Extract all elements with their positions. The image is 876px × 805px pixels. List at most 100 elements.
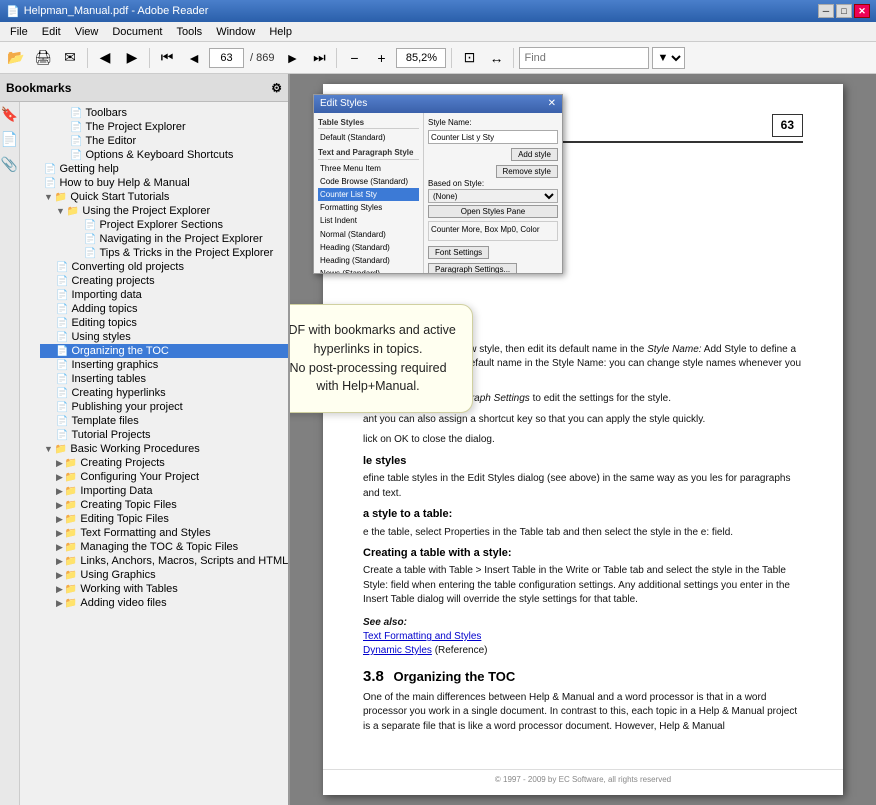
- page-number-input[interactable]: 63: [209, 48, 244, 68]
- bookmark-project-explorer[interactable]: 📄 The Project Explorer: [40, 120, 288, 134]
- bookmark-publishing[interactable]: 📄 Publishing your project: [40, 400, 288, 414]
- expand-links-anchors[interactable]: ▶: [56, 556, 63, 567]
- dialog-default-style[interactable]: Default (Standard): [318, 131, 419, 144]
- bookmark-navigating-pe[interactable]: 📄 Navigating in the Project Explorer: [40, 232, 288, 246]
- bookmark-inserting-graphics[interactable]: 📄 Inserting graphics: [40, 358, 288, 372]
- first-page-button[interactable]: ⏮: [155, 46, 179, 70]
- bookmark-inserting-tables[interactable]: 📄 Inserting tables: [40, 372, 288, 386]
- maximize-button[interactable]: □: [836, 4, 852, 18]
- bookmark-import-data[interactable]: 📄 Importing data: [40, 288, 288, 302]
- dialog-normal[interactable]: Normal (Standard): [318, 228, 419, 241]
- expand-editing-topic-files[interactable]: ▶: [56, 514, 63, 525]
- bookmark-toolbars[interactable]: 📄 Toolbars: [40, 106, 288, 120]
- expand-working-tables[interactable]: ▶: [56, 584, 63, 595]
- bookmark-using-pe[interactable]: ▼ 📁 Using the Project Explorer: [40, 204, 288, 218]
- dialog-heading2[interactable]: Heading (Standard): [318, 254, 419, 267]
- menu-tools[interactable]: Tools: [171, 24, 209, 40]
- bookmark-edit-topics[interactable]: 📄 Editing topics: [40, 316, 288, 330]
- link-dynamic-styles[interactable]: Dynamic Styles: [363, 645, 432, 656]
- dialog-formatting[interactable]: Formatting Styles: [318, 201, 419, 214]
- dialog-heading1[interactable]: Heading (Standard): [318, 241, 419, 254]
- bookmark-getting-help[interactable]: 📄 Getting help: [40, 162, 288, 176]
- bookmark-creating-topic-files[interactable]: ▶ 📁 Creating Topic Files: [40, 498, 288, 512]
- expand-text-formatting[interactable]: ▶: [56, 528, 63, 539]
- fit-page-button[interactable]: ⊡: [457, 46, 481, 70]
- next-page-button[interactable]: ►: [280, 46, 304, 70]
- bookmark-links-anchors[interactable]: ▶ 📁 Links, Anchors, Macros, Scripts and …: [40, 554, 288, 568]
- bookmark-tips-pe[interactable]: 📄 Tips & Tricks in the Project Explorer: [40, 246, 288, 260]
- bookmark-basic-working[interactable]: ▼ 📁 Basic Working Procedures: [40, 442, 288, 456]
- menu-file[interactable]: File: [4, 24, 34, 40]
- bookmark-add-topics[interactable]: 📄 Adding topics: [40, 302, 288, 316]
- dialog-close-icon[interactable]: ✕: [548, 97, 556, 111]
- bookmark-using-graphics[interactable]: ▶ 📁 Using Graphics: [40, 568, 288, 582]
- expand-managing-toc[interactable]: ▶: [56, 542, 63, 553]
- expand-using-pe[interactable]: ▼: [56, 206, 65, 216]
- menu-window[interactable]: Window: [210, 24, 261, 40]
- expand-adding-video[interactable]: ▶: [56, 598, 63, 609]
- title-bar-controls[interactable]: ─ □ ✕: [818, 4, 870, 18]
- font-settings-btn[interactable]: Font Settings: [428, 246, 489, 259]
- dialog-three-menu[interactable]: Three Menu Item: [318, 162, 419, 175]
- minimize-button[interactable]: ─: [818, 4, 834, 18]
- bookmark-adding-video[interactable]: ▶ 📁 Adding video files: [40, 596, 288, 610]
- expand-using-graphics[interactable]: ▶: [56, 570, 63, 581]
- link-text-formatting[interactable]: Text Formatting and Styles: [363, 631, 481, 642]
- expand-creating-projects[interactable]: ▶: [56, 458, 63, 469]
- dialog-code-browse[interactable]: Code Browse (Standard): [318, 175, 419, 188]
- expand-creating-topic-files[interactable]: ▶: [56, 500, 63, 511]
- bookmark-configuring[interactable]: ▶ 📁 Configuring Your Project: [40, 470, 288, 484]
- sidebar-options-icon[interactable]: ⚙: [271, 81, 282, 95]
- expand-configuring[interactable]: ▶: [56, 472, 63, 483]
- print-button[interactable]: 🖨: [31, 46, 55, 70]
- open-styles-pane-btn[interactable]: Open Styles Pane: [428, 205, 558, 218]
- based-on-select[interactable]: (None): [428, 189, 558, 203]
- panel-icon-attachments[interactable]: 📎: [1, 156, 18, 173]
- close-button[interactable]: ✕: [854, 4, 870, 18]
- expand-quick-start[interactable]: ▼: [44, 192, 53, 202]
- bookmark-convert[interactable]: 📄 Converting old projects: [40, 260, 288, 274]
- expand-importing-data[interactable]: ▶: [56, 486, 63, 497]
- email-button[interactable]: ✉: [58, 46, 82, 70]
- last-page-button[interactable]: ⏭: [307, 46, 331, 70]
- style-name-input[interactable]: [428, 130, 558, 144]
- find-input[interactable]: [519, 47, 649, 69]
- bookmark-template[interactable]: 📄 Template files: [40, 414, 288, 428]
- find-select[interactable]: ▼: [652, 47, 685, 69]
- menu-help[interactable]: Help: [263, 24, 298, 40]
- panel-icon-bookmarks[interactable]: 🔖: [1, 106, 18, 123]
- bookmark-buy[interactable]: 📄 How to buy Help & Manual: [40, 176, 288, 190]
- zoom-input[interactable]: 85,2%: [396, 48, 446, 68]
- bookmark-text-formatting[interactable]: ▶ 📁 Text Formatting and Styles: [40, 526, 288, 540]
- forward-button[interactable]: ▶: [120, 46, 144, 70]
- menu-document[interactable]: Document: [106, 24, 168, 40]
- bookmark-using-styles[interactable]: 📄 Using styles: [40, 330, 288, 344]
- fit-width-button[interactable]: ↔: [484, 46, 508, 70]
- bookmark-tutorial-projects[interactable]: 📄 Tutorial Projects: [40, 428, 288, 442]
- dialog-list-indent[interactable]: List Indent: [318, 214, 419, 227]
- bookmark-quick-start[interactable]: ▼ 📁 Quick Start Tutorials: [40, 190, 288, 204]
- add-style-btn[interactable]: Add style: [511, 148, 558, 161]
- bookmark-managing-toc[interactable]: ▶ 📁 Managing the TOC & Topic Files: [40, 540, 288, 554]
- zoom-out-button[interactable]: −: [342, 46, 366, 70]
- bookmark-create-proj[interactable]: 📄 Creating projects: [40, 274, 288, 288]
- prev-page-button[interactable]: ◄: [182, 46, 206, 70]
- dialog-heading3[interactable]: News (Standard): [318, 267, 419, 273]
- remove-style-btn[interactable]: Remove style: [496, 165, 558, 178]
- expand-basic-working[interactable]: ▼: [44, 444, 53, 454]
- bookmark-creating-hyperlinks[interactable]: 📄 Creating hyperlinks: [40, 386, 288, 400]
- bookmark-importing-data[interactable]: ▶ 📁 Importing Data: [40, 484, 288, 498]
- bookmark-editor[interactable]: 📄 The Editor: [40, 134, 288, 148]
- dialog-counter-list[interactable]: Counter List Sty: [318, 188, 419, 201]
- bookmark-working-tables[interactable]: ▶ 📁 Working with Tables: [40, 582, 288, 596]
- bookmark-pe-sections[interactable]: 📄 Project Explorer Sections: [40, 218, 288, 232]
- bookmark-organizing-toc[interactable]: 📄 Organizing the TOC: [40, 344, 288, 358]
- open-button[interactable]: 📂: [4, 46, 28, 70]
- panel-icon-pages[interactable]: 📄: [1, 131, 18, 148]
- para-settings-btn[interactable]: Paragraph Settings...: [428, 263, 517, 273]
- menu-view[interactable]: View: [69, 24, 105, 40]
- bookmark-creating-projects[interactable]: ▶ 📁 Creating Projects: [40, 456, 288, 470]
- zoom-in-button[interactable]: +: [369, 46, 393, 70]
- menu-edit[interactable]: Edit: [36, 24, 67, 40]
- back-button[interactable]: ◀: [93, 46, 117, 70]
